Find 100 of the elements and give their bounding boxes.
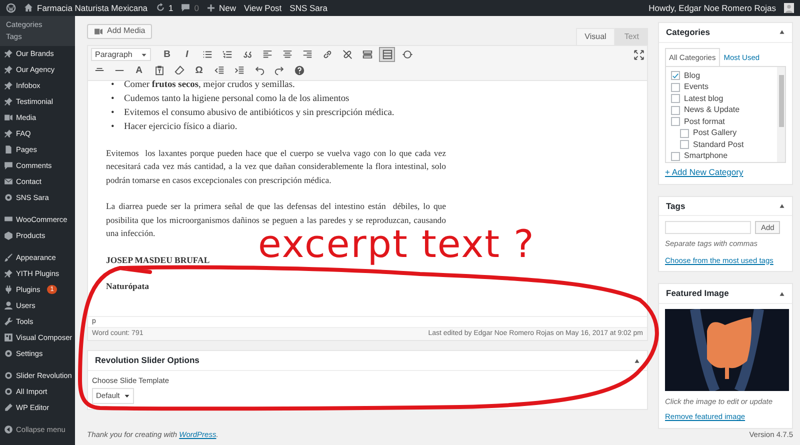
category-option[interactable]: News & Update <box>671 104 773 116</box>
pin-icon <box>4 49 13 58</box>
numbered-list-icon <box>222 49 232 60</box>
comment-icon[interactable] <box>181 3 190 12</box>
grid-icon <box>4 333 13 342</box>
paragraph-line: Evitemos los laxantes porque pueden hace que el cuerpo se vuelva vago con lo que cada vez <box>106 146 446 160</box>
format-dropdown[interactable]: Paragraph <box>91 48 151 62</box>
bullet-list-icon <box>202 49 212 60</box>
redo-icon <box>274 65 284 76</box>
read-more-icon <box>362 49 372 60</box>
panel-title: Tags <box>666 200 686 212</box>
envelope-icon <box>4 177 13 186</box>
editor-tab[interactable]: Visual <box>576 28 616 45</box>
cube-icon <box>4 231 13 240</box>
refresh-icon[interactable] <box>156 3 165 12</box>
list-item-text: Evitemos el consumo abusivo de antibióticos y sin prescripción médica. <box>124 106 394 120</box>
comment-icon <box>4 161 13 170</box>
paragraph-line: La diarrea puede ser la primera señal de que las defensas del intestino están débiles, lo que <box>106 200 446 214</box>
link-icon <box>322 49 332 60</box>
photo-placeholder[interactable] <box>665 309 789 392</box>
align-left-icon <box>262 49 272 60</box>
pin-icon <box>4 65 13 74</box>
paste-text-icon <box>154 65 164 76</box>
eraser-icon <box>174 65 184 76</box>
wp-logo-icon[interactable] <box>6 2 16 13</box>
fullscreen-icon[interactable] <box>634 50 644 60</box>
align-right-icon <box>302 49 312 60</box>
outdent-icon <box>214 65 224 76</box>
format-button[interactable]: B <box>159 47 175 62</box>
pin-icon <box>4 97 13 106</box>
collapse-arrow-icon[interactable] <box>779 202 785 209</box>
tag-input-field[interactable] <box>665 221 751 234</box>
paragraph-line: necesitará cada vez más cantidad, a la vez que dañan considerablemente la flora intestinal, solo <box>106 160 446 174</box>
add-category-link[interactable]: + Add New Category <box>665 166 744 177</box>
brush-icon <box>4 253 13 262</box>
list-item-text: Comer frutos secos, mejor crudos y semillas. <box>124 78 295 92</box>
bold-text: JOSEP MASDEU BRUFAL <box>106 254 211 267</box>
plug-icon <box>4 285 13 294</box>
format-button[interactable]: A <box>131 63 147 78</box>
quote-icon <box>242 49 252 60</box>
collapse-arrow-icon[interactable] <box>779 29 785 36</box>
paragraph-line: una infección. <box>106 227 156 240</box>
updates-count[interactable]: 1 <box>168 2 174 14</box>
wrench-icon <box>4 317 13 326</box>
category-option[interactable]: Events <box>671 81 773 93</box>
media-icon <box>94 26 103 36</box>
checkbox[interactable] <box>671 117 680 126</box>
category-option[interactable]: Post format <box>671 116 773 128</box>
admin-bar-link[interactable]: View Post <box>244 2 282 14</box>
format-button[interactable]: Ω <box>191 63 207 78</box>
indent-icon <box>234 65 244 76</box>
list-bullet: • <box>111 92 116 106</box>
pin-icon <box>4 81 13 90</box>
plus-icon[interactable] <box>207 4 216 12</box>
category-option[interactable]: Blog <box>671 70 773 82</box>
site-name-link[interactable]: Farmacia Naturista Mexicana <box>37 2 148 14</box>
caret-icon <box>124 392 130 399</box>
scrollbar[interactable] <box>777 66 785 162</box>
panel-title: Revolution Slider Options <box>95 354 200 368</box>
category-option[interactable]: Smartphone <box>671 150 773 162</box>
help-icon <box>294 65 304 76</box>
align-center-icon <box>282 49 292 60</box>
checkbox[interactable] <box>671 152 680 161</box>
undo-icon <box>254 65 264 76</box>
category-option[interactable]: Standard Post <box>671 138 773 150</box>
collapse-icon <box>4 425 13 434</box>
handwritten-annotation: excerpt text ? <box>258 225 535 263</box>
list-item-text: Cudemos tanto la higiene personal como la de los alimentos <box>124 92 350 106</box>
checkmark-icon <box>672 72 679 80</box>
greeting-link[interactable]: Howdy, Edgar Noe Romero Rojas <box>648 2 776 14</box>
user-icon <box>4 301 13 310</box>
checkbox[interactable] <box>680 140 689 150</box>
unlink-icon <box>342 49 352 60</box>
list-bullet: • <box>111 106 116 120</box>
checkbox[interactable] <box>671 71 680 80</box>
collapse-arrow-icon[interactable] <box>634 358 640 364</box>
format-button[interactable]: I <box>179 47 195 62</box>
caret-icon <box>141 52 147 58</box>
avatar-icon[interactable] <box>784 2 794 13</box>
category-option[interactable]: Post Gallery <box>671 127 773 139</box>
new-link[interactable]: New <box>219 2 236 14</box>
paragraph-line: podrán tomarse en casos excepcionales con prescripción médica. <box>106 174 332 187</box>
pin-icon <box>4 129 13 138</box>
checkbox[interactable] <box>680 128 689 138</box>
pencil-icon <box>4 403 13 412</box>
add-media-button[interactable]: Add Media <box>87 24 152 39</box>
panel-title: Categories <box>666 26 710 39</box>
category-option[interactable]: Latest blog <box>671 92 773 104</box>
bold-text: Naturópata <box>106 280 150 294</box>
paragraph-line: posibilita que los microorganismos dañinos se peguen a las paredes y se reproduzcan, causando <box>106 214 446 227</box>
media-icon <box>4 113 13 122</box>
checkbox[interactable] <box>671 82 680 92</box>
collapse-arrow-icon[interactable] <box>779 290 785 297</box>
toolbar-toggle-icon <box>382 49 392 60</box>
checkbox[interactable] <box>671 106 680 115</box>
checkbox[interactable] <box>671 94 680 104</box>
toolbar-toggle-button[interactable] <box>379 47 395 62</box>
admin-bar-link[interactable]: SNS Sara <box>290 2 328 14</box>
home-icon[interactable] <box>24 3 33 12</box>
list-item-text: Hacer ejercicio físico a diario. <box>124 120 238 134</box>
